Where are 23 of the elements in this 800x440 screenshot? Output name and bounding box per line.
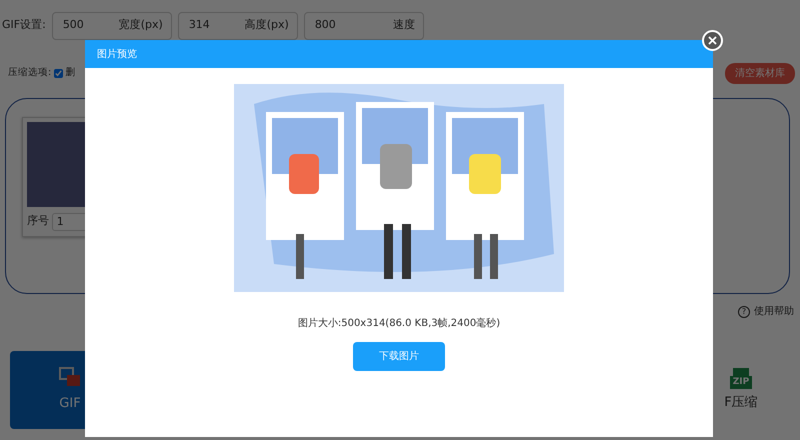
download-button[interactable]: 下载图片 bbox=[353, 342, 445, 371]
help-icon[interactable]: ? bbox=[738, 306, 750, 318]
close-icon[interactable] bbox=[702, 30, 723, 51]
index-label: 序号 bbox=[27, 213, 49, 230]
tile-label: F压缩 bbox=[724, 394, 758, 412]
setting-field[interactable]: 314 高度(px) bbox=[178, 12, 298, 40]
options-label: 压缩选项: bbox=[8, 66, 52, 80]
unit-label: 高度(px) bbox=[244, 17, 289, 34]
image-info-text: 图片大小:500x314(86.0 KB,3帧,2400毫秒) bbox=[298, 316, 500, 331]
field-value: 800 bbox=[314, 17, 336, 34]
clear-library-button[interactable]: 清空素材库 bbox=[725, 62, 795, 84]
field-value: 314 bbox=[188, 17, 210, 34]
settings-label: GIF设置: bbox=[2, 17, 46, 34]
field-value: 500 bbox=[62, 17, 84, 34]
unit-label: 速度 bbox=[392, 17, 415, 34]
setting-field[interactable]: 500 宽度(px) bbox=[52, 12, 172, 40]
tile-label: GIF bbox=[59, 395, 81, 414]
option-label: 删 bbox=[66, 66, 76, 80]
dialog-title: 图片预览 bbox=[85, 40, 713, 68]
unit-label: 宽度(px) bbox=[118, 17, 163, 34]
option-checkbox[interactable] bbox=[54, 68, 63, 78]
setting-field[interactable]: 800 速度 bbox=[304, 12, 424, 40]
help-link[interactable]: 使用帮助 bbox=[754, 304, 794, 319]
